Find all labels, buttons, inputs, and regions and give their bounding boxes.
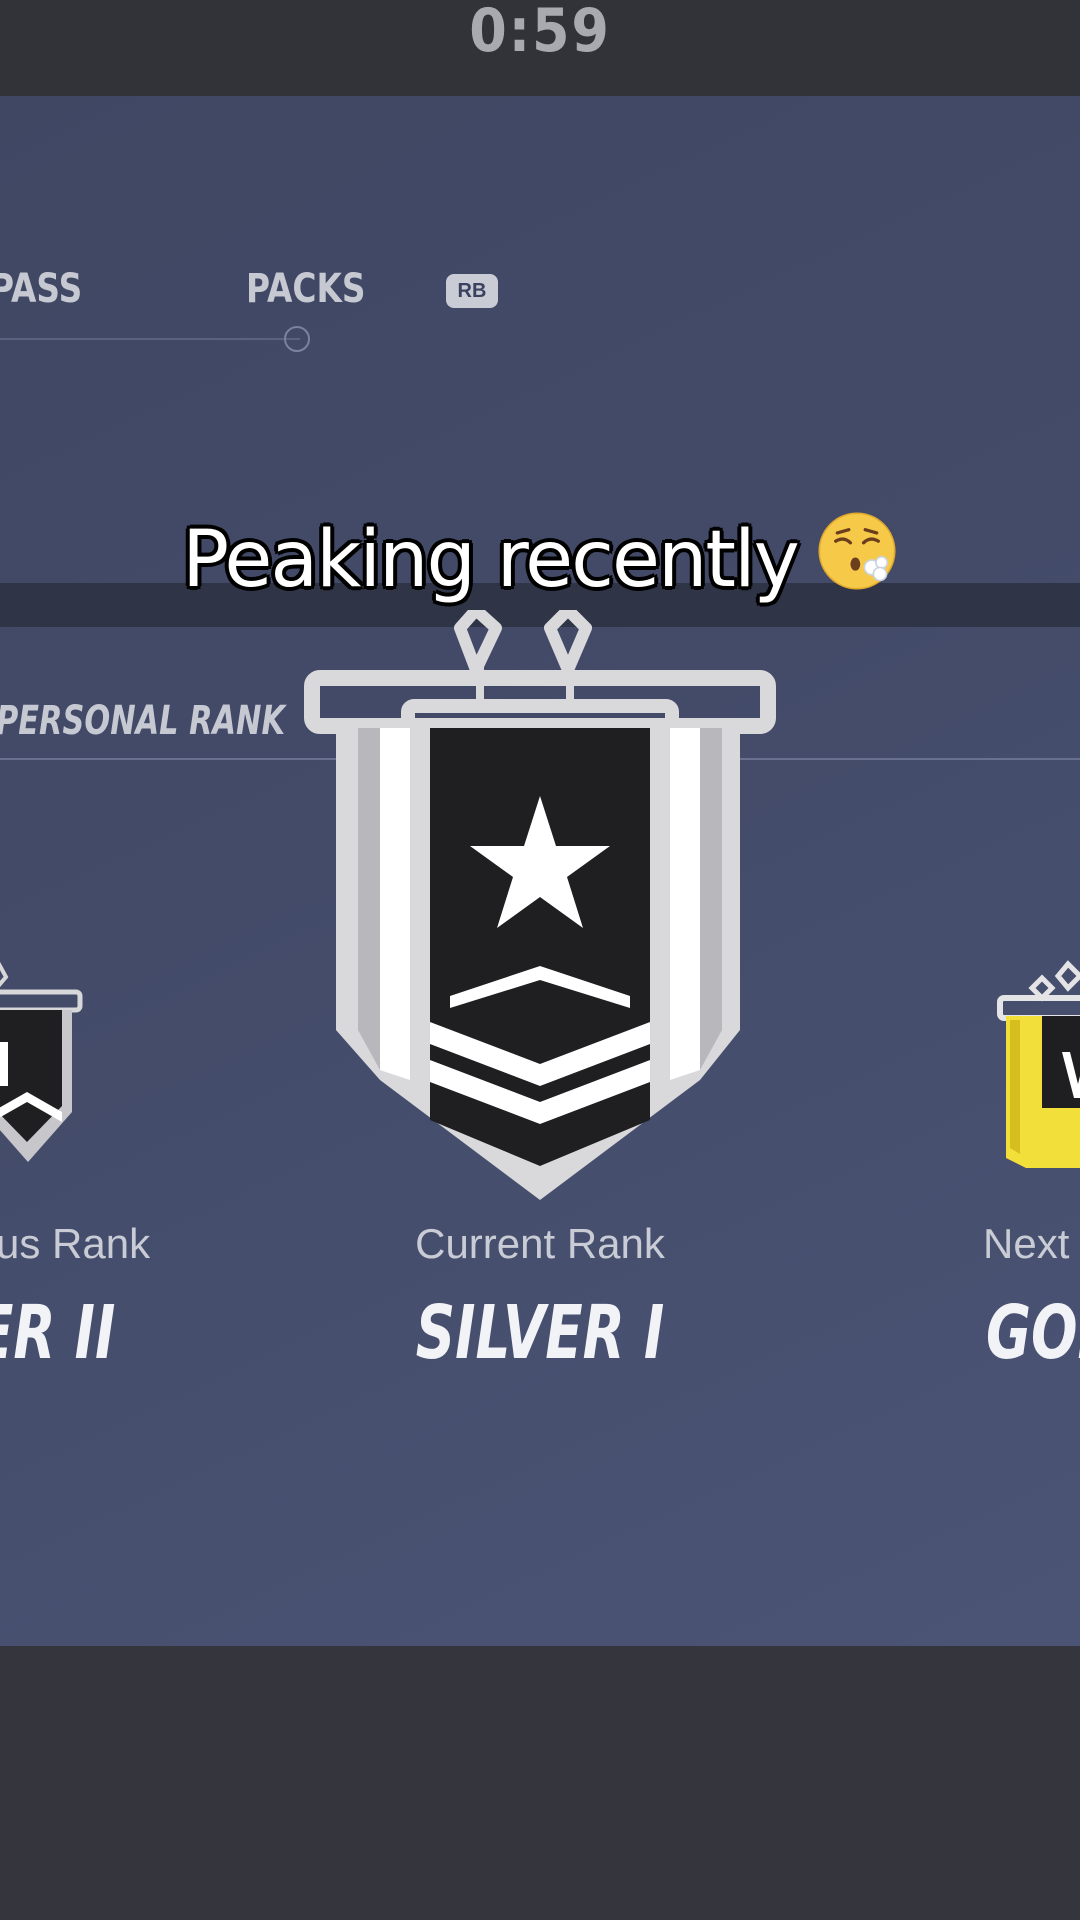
caption-text: Peaking recently	[182, 515, 800, 605]
top-bar: 0:59	[0, 0, 1080, 96]
match-timer: 0:59	[469, 0, 611, 66]
current-rank-name: SILVER I	[415, 1290, 665, 1376]
rb-button-hint: RB	[446, 274, 498, 308]
current-rank-badge	[304, 610, 776, 1200]
next-rank-caption: Next	[983, 1220, 1070, 1267]
face-exhaling-emoji	[818, 512, 896, 590]
current-rank-caption: Current Rank	[415, 1220, 665, 1267]
tab-indicator-knob	[284, 326, 310, 352]
section-title: PERSONAL RANK	[0, 698, 286, 744]
video-caption: Peaking recently	[0, 510, 1080, 605]
tab-indicator-track	[0, 338, 300, 340]
bottom-area	[0, 1646, 1080, 1920]
tab-pass[interactable]: PASS	[0, 266, 82, 312]
tab-packs[interactable]: PACKS	[246, 266, 366, 312]
previous-rank-name: ER II	[0, 1290, 116, 1376]
next-rank-name: GOL	[986, 1290, 1080, 1376]
previous-rank-badge	[0, 962, 83, 1162]
next-rank-badge	[997, 960, 1080, 1168]
